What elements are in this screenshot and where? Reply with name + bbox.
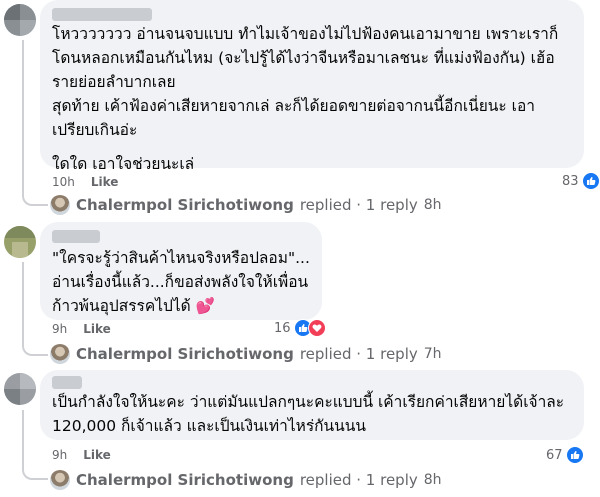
love-reaction-icon bbox=[307, 319, 326, 337]
commenter-name-redacted[interactable] bbox=[52, 230, 100, 243]
reply-time: 8h bbox=[423, 472, 442, 488]
replies-summary[interactable]: Chalermpol Sirichotiwong replied · 1 rep… bbox=[50, 195, 442, 215]
comment-actions: 9h Like bbox=[52, 322, 127, 336]
reply-count-text[interactable]: replied · 1 reply bbox=[300, 196, 418, 214]
reply-author[interactable]: Chalermpol Sirichotiwong bbox=[76, 345, 294, 363]
comment-actions: 10h Like bbox=[52, 175, 134, 189]
comment-text-line: รายย่อยลำบากเลย bbox=[52, 73, 176, 91]
comment-text-line: ก้าวพ้นอุปสรรคไปได้ 💕 bbox=[52, 297, 215, 315]
reaction-summary[interactable]: 83 bbox=[562, 172, 600, 190]
replies-summary[interactable]: Chalermpol Sirichotiwong replied · 1 rep… bbox=[50, 470, 442, 490]
like-button[interactable]: Like bbox=[83, 448, 111, 462]
comment-text-line: เปรียบเกินอ่ะ bbox=[52, 121, 138, 139]
replier-avatar bbox=[50, 344, 70, 364]
comment-text-line: "ใครจะรู้ว่าสินค้าไหนจริงหรือปลอม"... bbox=[52, 249, 310, 267]
reply-author[interactable]: Chalermpol Sirichotiwong bbox=[76, 471, 294, 489]
comment-text-line: สุดท้าย เค้าฟ้องค่าเสียหายจากเล่ ละก็ได้… bbox=[52, 97, 535, 115]
thread-line bbox=[22, 262, 24, 340]
comment-text-line: โดนหลอกเหมือนกันไหม (จะไปรู้ได้ไงว่าจีนห… bbox=[52, 49, 555, 67]
commenter-name-redacted[interactable] bbox=[52, 376, 82, 389]
reply-connector bbox=[22, 190, 48, 206]
reaction-count: 67 bbox=[546, 447, 563, 463]
reply-connector bbox=[22, 466, 48, 480]
thread-line bbox=[22, 40, 24, 190]
reply-count-text[interactable]: replied · 1 reply bbox=[300, 345, 418, 363]
comment-time[interactable]: 9h bbox=[52, 322, 67, 336]
like-button[interactable]: Like bbox=[91, 175, 119, 189]
comment-bubble: โหววววววว อ่านจนจบแบบ ทำไมเจ้าของไม่ไปฟ้… bbox=[40, 0, 584, 173]
thread-line bbox=[22, 410, 24, 466]
like-reaction-icon bbox=[581, 172, 600, 190]
comment-text-line: อ่านเรื่องนี้แล้ว...ก็ขอส่งพลังใจให้เพื่… bbox=[52, 273, 309, 291]
reaction-count: 83 bbox=[562, 173, 579, 189]
reply-connector bbox=[22, 340, 48, 356]
reply-count-text[interactable]: replied · 1 reply bbox=[300, 471, 418, 489]
replies-summary[interactable]: Chalermpol Sirichotiwong replied · 1 rep… bbox=[50, 344, 442, 364]
comment-text-line: เป็นกำลังใจให้นะคะ ว่าแต่มันแปลกๆนะคะแบบ… bbox=[52, 393, 565, 411]
comment-text-line: ใดใด เอาใจช่วยนะเล่ bbox=[52, 155, 195, 173]
commenter-avatar[interactable] bbox=[4, 226, 36, 258]
commenter-avatar[interactable] bbox=[4, 4, 36, 36]
comment-bubble: เป็นกำลังใจให้นะคะ ว่าแต่มันแปลกๆนะคะแบบ… bbox=[40, 370, 584, 440]
replier-avatar bbox=[50, 195, 70, 215]
reaction-count: 16 bbox=[274, 320, 291, 336]
commenter-name-redacted[interactable] bbox=[52, 8, 152, 21]
comment-bubble: "ใครจะรู้ว่าสินค้าไหนจริงหรือปลอม"... อ่… bbox=[40, 222, 322, 320]
comment-time[interactable]: 9h bbox=[52, 448, 67, 462]
like-button[interactable]: Like bbox=[83, 322, 111, 336]
comment-text-line: โหววววววว อ่านจนจบแบบ ทำไมเจ้าของไม่ไปฟ้… bbox=[52, 25, 559, 43]
reaction-summary[interactable]: 67 bbox=[546, 446, 584, 464]
reply-time: 7h bbox=[423, 346, 442, 362]
commenter-avatar[interactable] bbox=[4, 373, 36, 405]
comment-time[interactable]: 10h bbox=[52, 175, 75, 189]
like-reaction-icon bbox=[565, 446, 584, 464]
reaction-summary[interactable]: 16 bbox=[274, 319, 326, 337]
reply-time: 8h bbox=[423, 197, 442, 213]
reply-author[interactable]: Chalermpol Sirichotiwong bbox=[76, 196, 294, 214]
comment-text-line: 120,000 ก็เจ้าแล้ว และเป็นเงินเท่าไหร่กั… bbox=[52, 417, 366, 435]
comment-actions: 9h Like bbox=[52, 448, 127, 462]
replier-avatar bbox=[50, 470, 70, 490]
